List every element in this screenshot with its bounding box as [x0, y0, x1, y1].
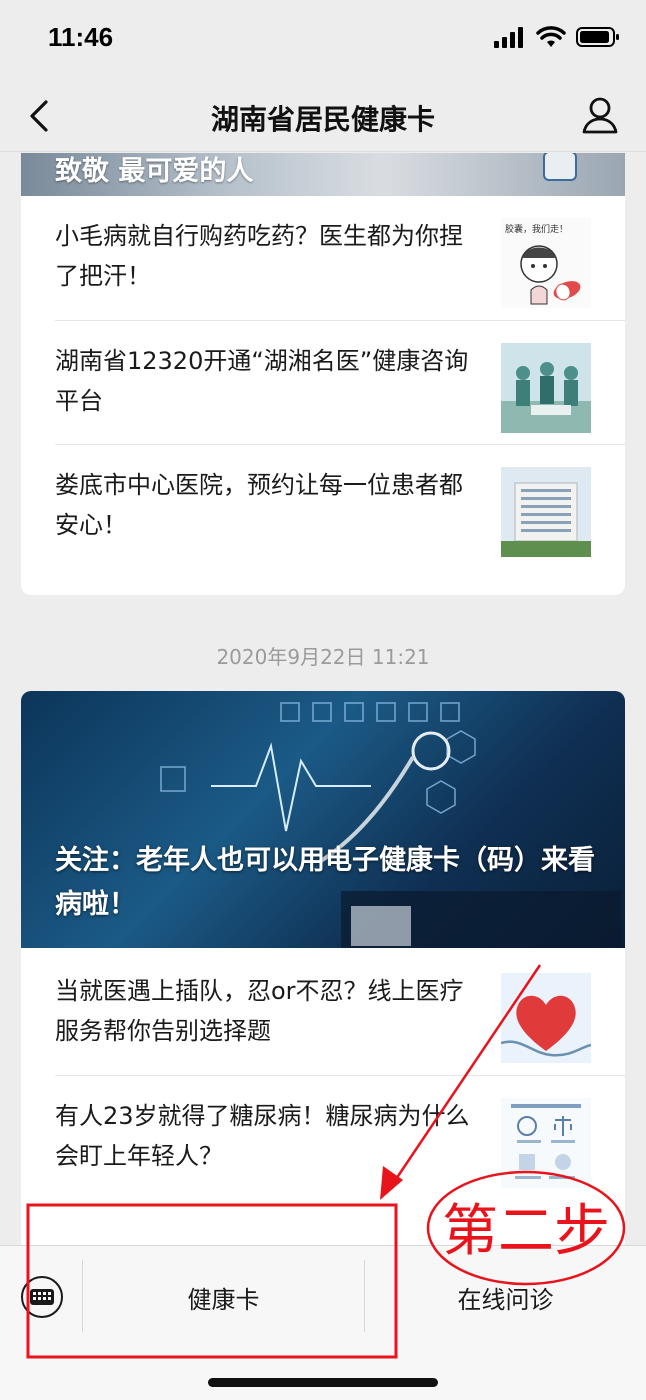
article-item[interactable]: 娄底市中心医院，预约让每一位患者都安心！ — [55, 445, 591, 569]
battery-icon — [576, 27, 619, 47]
article-title: 湖南省12320开通“湖湘名医”健康咨询平台 — [55, 347, 469, 415]
article-item[interactable]: 湖南省12320开通“湖湘名医”健康咨询平台 — [55, 321, 591, 445]
article-item[interactable]: 小毛病就自行购药吃药？医生都为你捏了把汗！ 胶囊，我们走！ — [55, 196, 591, 320]
keyboard-toggle-button[interactable] — [21, 1276, 63, 1318]
profile-icon[interactable] — [580, 94, 620, 138]
menu-item-online-consultation[interactable]: 在线问诊 — [365, 1280, 646, 1315]
hero-title: 关注：老年人也可以用电子健康卡（码）来看病啦！ — [55, 845, 595, 920]
status-bar: 11:46 — [0, 0, 646, 80]
article-title: 小毛病就自行购药吃药？医生都为你捏了把汗！ — [55, 222, 463, 290]
timestamp-label: 2020年9月22日 11:21 — [216, 645, 430, 669]
article-title: 有人23岁就得了糖尿病！糖尿病为什么会盯上年轻人？ — [55, 1102, 470, 1170]
status-time: 11:46 — [48, 22, 114, 52]
article-thumbnail — [501, 467, 591, 557]
home-indicator — [208, 1378, 438, 1387]
article-card: 关注：老年人也可以用电子健康卡（码）来看病啦！ 当就医遇上插队，忍or不忍？线上… — [21, 691, 625, 1245]
badge-icon — [543, 153, 577, 181]
article-thumbnail — [501, 973, 591, 1063]
article-card: 致敬 最可爱的人 小毛病就自行购药吃药？医生都为你捏了把汗！ 胶囊，我们走！ 湖… — [21, 153, 625, 595]
article-thumbnail — [501, 1098, 591, 1188]
article-thumbnail — [501, 343, 591, 433]
wifi-icon — [536, 26, 566, 47]
cover-hero-image[interactable]: 关注：老年人也可以用电子健康卡（码）来看病啦！ — [21, 691, 625, 948]
status-icons — [494, 26, 620, 48]
message-feed[interactable]: 致敬 最可爱的人 小毛病就自行购药吃药？医生都为你捏了把汗！ 胶囊，我们走！ 湖… — [0, 153, 646, 1245]
article-item[interactable]: 当就医遇上插队，忍or不忍？线上医疗服务帮你告别选择题 — [55, 951, 591, 1075]
thumbnail-caption: 胶囊，我们走！ — [505, 223, 568, 235]
cover-banner[interactable]: 致敬 最可爱的人 — [21, 153, 625, 196]
page-title: 湖南省居民健康卡 — [210, 103, 435, 136]
nav-bar: 湖南省居民健康卡 — [0, 80, 646, 152]
cover-banner-title: 致敬 最可爱的人 — [55, 156, 254, 187]
menu-item-health-card[interactable]: 健康卡 — [83, 1280, 364, 1315]
cellular-signal-icon — [494, 27, 523, 48]
article-item[interactable]: 有人23岁就得了糖尿病！糖尿病为什么会盯上年轻人？ — [55, 1076, 591, 1200]
bottom-menu-bar: 健康卡 在线问诊 — [0, 1245, 646, 1400]
keyboard-icon — [30, 1289, 54, 1305]
article-thumbnail: 胶囊，我们走！ — [501, 218, 591, 308]
article-title: 当就医遇上插队，忍or不忍？线上医疗服务帮你告别选择题 — [55, 977, 464, 1045]
article-title: 娄底市中心医院，预约让每一位患者都安心！ — [55, 471, 463, 539]
